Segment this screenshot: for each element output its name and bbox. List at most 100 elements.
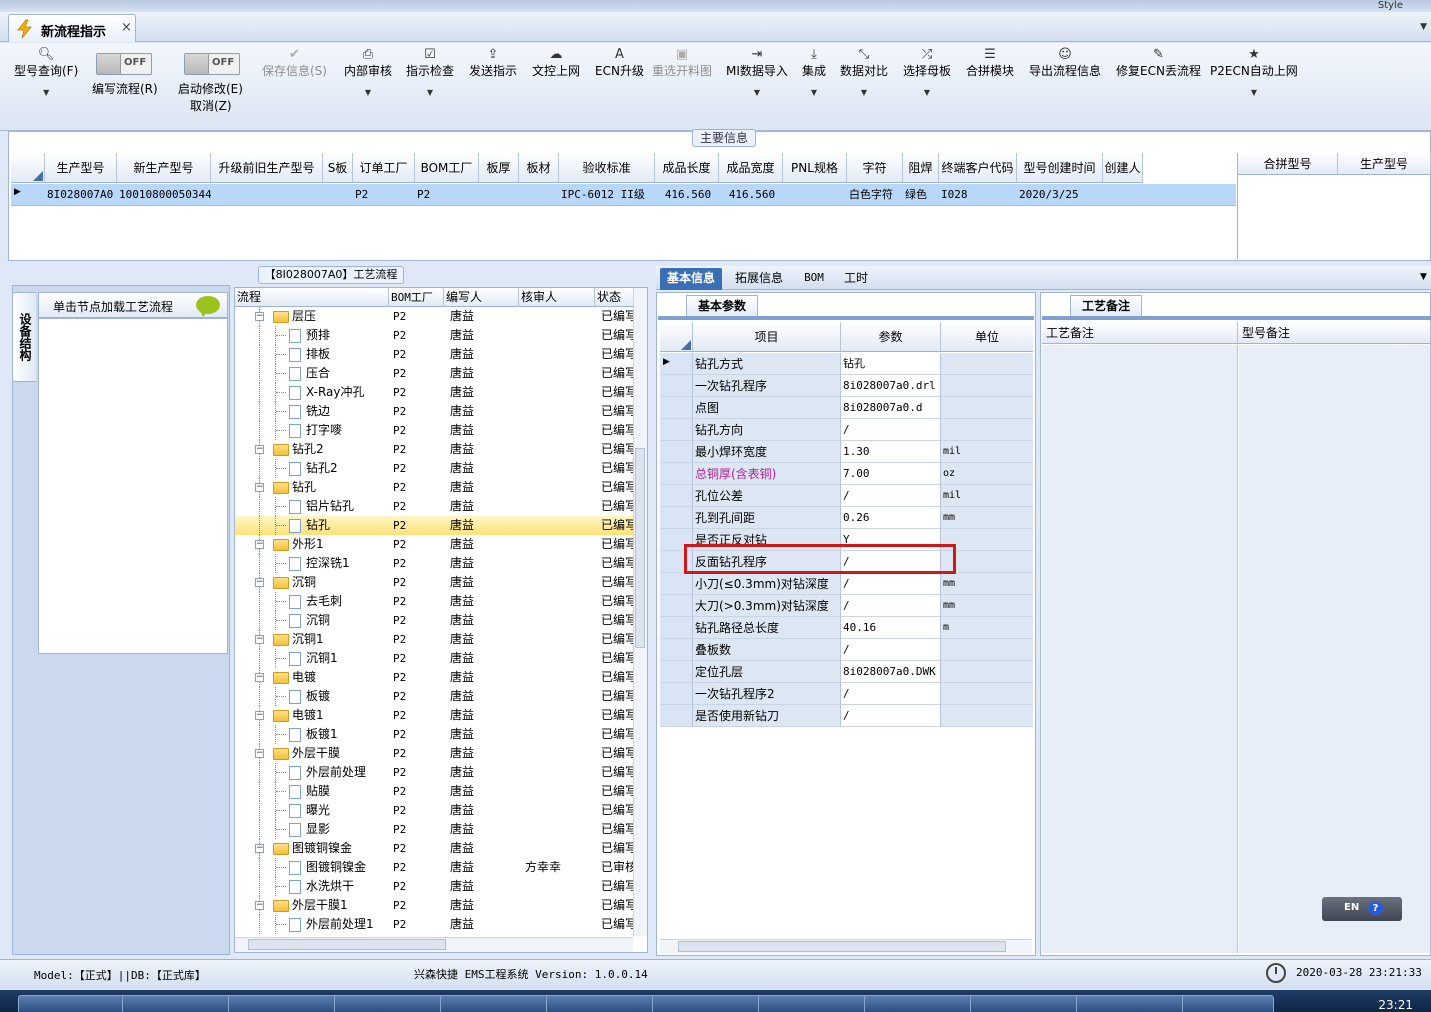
param-row[interactable]: 一次钻孔程序2/ (660, 683, 1033, 705)
taskbar-app-button[interactable] (334, 995, 452, 1012)
param-row[interactable]: 总铜厚(含表铜) 7.00 oz (660, 463, 1033, 485)
main-col-header[interactable]: 升级前旧生产型号 (211, 153, 323, 183)
internal-review-button[interactable]: ⎙ 内部审核 ▼ (344, 46, 392, 97)
collapse-icon[interactable]: − (255, 901, 264, 910)
taskbar-app-button[interactable] (228, 995, 346, 1012)
param-row[interactable]: 叠板数 / (660, 639, 1033, 661)
main-col-header[interactable]: 板厚 (479, 153, 519, 183)
param-row[interactable]: 一次钻孔程序 8i028007a0.drl (660, 375, 1033, 397)
main-col-header[interactable]: 成品宽度 (719, 153, 783, 183)
tree-node[interactable]: − 外层干膜1 P2 唐益 已编写 (235, 896, 633, 915)
tree-node[interactable]: 预排 P2 唐益 已编写 (235, 326, 633, 345)
param-row[interactable]: 是否使用新钻刀 / (660, 705, 1033, 727)
main-col-header[interactable]: 终端客户代码 (939, 153, 1017, 183)
data-compare-button[interactable]: ⤡ 数据对比 ▼ (840, 46, 888, 97)
taskbar-app-button[interactable] (1182, 995, 1274, 1012)
instruction-check-button[interactable]: ☑ 指示检查 ▼ (406, 46, 454, 97)
tree-node[interactable]: − 沉铜1 P2 唐益 已编写 (235, 630, 633, 649)
main-col-header[interactable]: PNL规格 (783, 153, 847, 183)
collapse-icon[interactable]: − (255, 844, 264, 853)
col-craft-notes[interactable]: 工艺备注 (1042, 322, 1238, 344)
export-flow-info-button[interactable]: ☺ 导出流程信息 (1029, 46, 1101, 78)
tab-man-hours[interactable]: 工时 (840, 268, 872, 290)
param-row[interactable]: 小刀(≤0.3mm)对钻深度 / mm (660, 573, 1033, 595)
device-tree[interactable] (38, 318, 228, 654)
col-flow[interactable]: 流程 (235, 288, 389, 307)
tree-node[interactable]: 曝光 P2 唐益 已编写 (235, 801, 633, 820)
tree-node[interactable]: 打字嘜 P2 唐益 已编写 (235, 421, 633, 440)
tree-node[interactable]: 沉铜 P2 唐益 已编写 (235, 611, 633, 630)
param-value-field[interactable]: 8i028007a0.DWK (841, 661, 941, 683)
tree-node[interactable]: − 电镀1 P2 唐益 已编写 (235, 706, 633, 725)
col-bom-factory[interactable]: BOM工厂 (389, 288, 444, 307)
param-value-field[interactable]: / (841, 485, 941, 507)
param-value-field[interactable]: 1.30 (841, 441, 941, 463)
taskbar-app-button[interactable] (440, 995, 558, 1012)
main-col-header[interactable]: 字符 (847, 153, 903, 183)
repair-ecn-flow-button[interactable]: ✎ 修复ECN丢流程 (1116, 46, 1201, 78)
taskbar-app-button[interactable] (864, 995, 982, 1012)
param-value-field[interactable]: / (841, 573, 941, 595)
param-value-field[interactable]: / (841, 595, 941, 617)
collapse-icon[interactable]: − (255, 483, 264, 492)
reselect-cutting-chart-button[interactable]: ▣ 重选开料图 (652, 46, 712, 78)
language-bar[interactable]: EN ? (1322, 897, 1402, 921)
param-row[interactable]: 最小焊环宽度 1.30 mil (660, 441, 1033, 463)
param-value-field[interactable]: 8i028007a0.d (841, 397, 941, 419)
tab-craft-notes[interactable]: 工艺备注 (1070, 295, 1142, 317)
taskbar-app-button[interactable] (1076, 995, 1194, 1012)
tree-node[interactable]: 铝片钻孔 P2 唐益 已编写 (235, 497, 633, 516)
param-row[interactable]: 钻孔路径总长度 40.16 m (660, 617, 1033, 639)
tab-extended-info[interactable]: 拓展信息 (730, 268, 788, 290)
param-value-field[interactable]: 7.00 (841, 463, 941, 485)
param-row[interactable]: 孔到孔间距 0.26 mm (660, 507, 1033, 529)
collapse-icon[interactable]: − (255, 673, 264, 682)
tree-node[interactable]: − 图镀铜镍金 P2 唐益 已编写 (235, 839, 633, 858)
tree-node[interactable]: 图镀铜镍金 P2 唐益 方幸幸 已审核 (235, 858, 633, 877)
param-value-field[interactable]: / (841, 683, 941, 705)
doc-control-online-button[interactable]: ☁ 文控上网 (532, 46, 580, 78)
taskbar-app-button[interactable] (758, 995, 876, 1012)
ecn-upgrade-button[interactable]: A ECN升级 (595, 46, 644, 78)
param-value-field[interactable]: 40.16 (841, 617, 941, 639)
style-menu[interactable]: Style (1378, 0, 1403, 11)
mi-data-import-button[interactable]: ⇥ MI数据导入 ▼ (726, 46, 788, 97)
col-writer[interactable]: 编写人 (444, 288, 519, 307)
col-unit[interactable]: 单位 (941, 322, 1033, 352)
param-value-field[interactable]: / (841, 639, 941, 661)
tree-node[interactable]: 钻孔2 P2 唐益 已编写 (235, 459, 633, 478)
param-row[interactable]: 点图 8i028007a0.d (660, 397, 1033, 419)
tree-node[interactable]: 去毛刺 P2 唐益 已编写 (235, 592, 633, 611)
collapse-icon[interactable]: − (255, 312, 264, 321)
taskbar-app-button[interactable] (970, 995, 1088, 1012)
param-value-field[interactable]: 8i028007a0.drl (841, 375, 941, 397)
scroll-thumb[interactable] (248, 939, 446, 950)
start-modify-toggle[interactable]: OFF (184, 53, 240, 75)
main-col-header[interactable]: 创建人 (1103, 153, 1143, 183)
collapse-icon[interactable]: − (255, 540, 264, 549)
tree-node[interactable]: − 钻孔2 P2 唐益 已编写 (235, 440, 633, 459)
tree-node[interactable]: 钻孔 P2 唐益 已编写 (235, 516, 633, 535)
col-status[interactable]: 状态 (595, 288, 633, 307)
main-col-header[interactable]: 生产型号 (45, 153, 117, 183)
tree-node[interactable]: 贴膜 P2 唐益 已编写 (235, 782, 633, 801)
tree-node[interactable]: X-Ray冲孔 P2 唐益 已编写 (235, 383, 633, 402)
tree-node[interactable]: 外层前处理 P2 唐益 已编写 (235, 763, 633, 782)
main-col-header[interactable]: 验收标准 (559, 153, 655, 183)
tree-node[interactable]: − 电镀 P2 唐益 已编写 (235, 668, 633, 687)
main-col-header[interactable]: 板材 (519, 153, 559, 183)
save-info-button[interactable]: ✔ 保存信息(S) (262, 46, 327, 78)
main-col-header[interactable]: 成品长度 (655, 153, 719, 183)
tree-node[interactable]: − 沉铜 P2 唐益 已编写 (235, 573, 633, 592)
model-query-button[interactable]: 🔍︎ 型号查询(F) ▼ (14, 46, 78, 97)
tree-node[interactable]: 控深铣1 P2 唐益 已编写 (235, 554, 633, 573)
param-row[interactable]: 定位孔层 8i028007a0.DWK (660, 661, 1033, 683)
integrate-button[interactable]: ⤓ 集成 ▼ (802, 46, 826, 97)
tree-node[interactable]: − 外层干膜 P2 唐益 已编写 (235, 744, 633, 763)
col-model-notes[interactable]: 型号备注 (1238, 322, 1431, 344)
p2ecn-auto-online-button[interactable]: ★ P2ECN自动上网 ▼ (1210, 46, 1298, 97)
tree-node[interactable]: 水洗烘干 P2 唐益 已编写 (235, 877, 633, 896)
param-row[interactable]: 钻孔方向 / (660, 419, 1033, 441)
tab-bom[interactable]: BOM (798, 268, 830, 290)
taskbar-app-button[interactable] (546, 995, 664, 1012)
